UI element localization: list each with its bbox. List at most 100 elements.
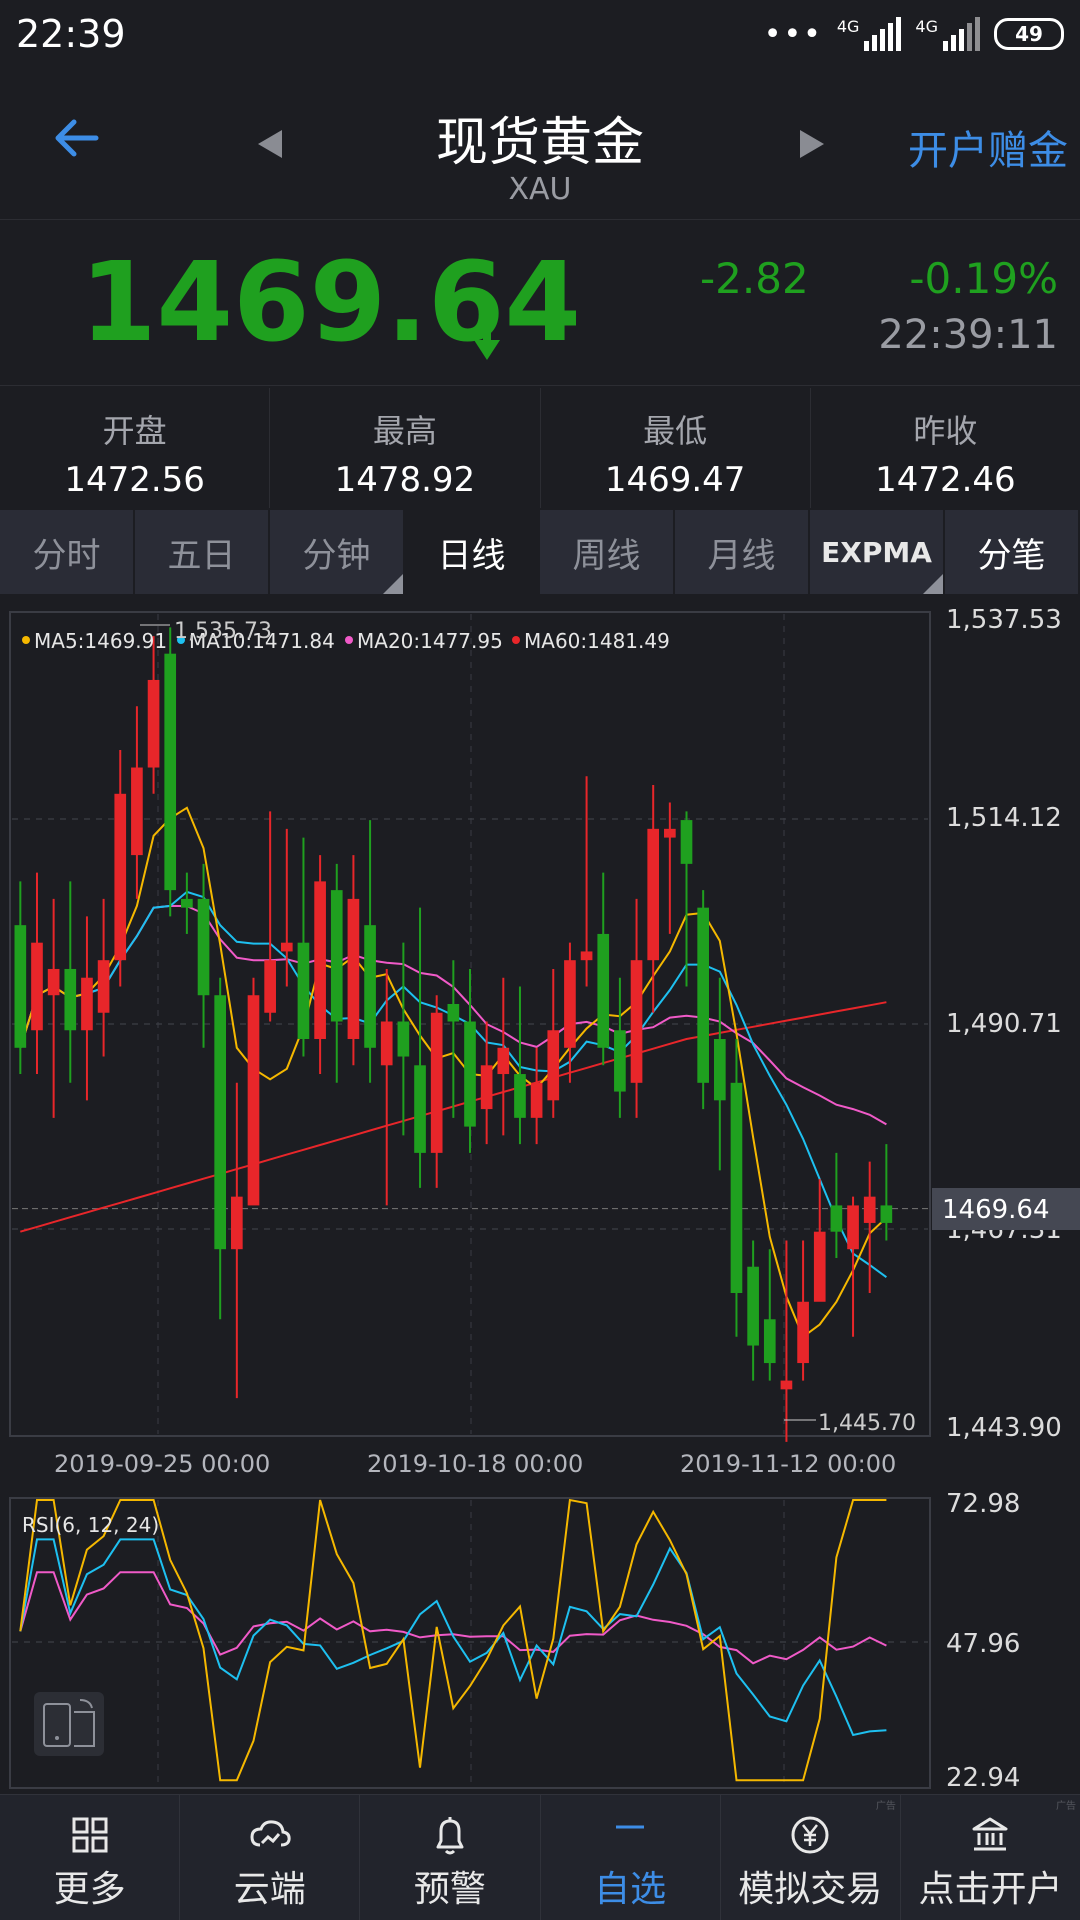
ma20-legend: MA20:1477.95 <box>357 629 503 653</box>
y-axis-label: 1,537.53 <box>946 605 1062 635</box>
minus-icon <box>616 1825 645 1829</box>
candle-body <box>364 925 376 1048</box>
candle-body <box>713 1039 726 1101</box>
bottom-nav: 更多 云端 预警 自选 模拟交易 广告 点击开户 广告 <box>0 1794 1080 1920</box>
candle-body <box>314 881 326 1040</box>
nav-sim-trade[interactable]: 模拟交易 广告 <box>721 1795 901 1920</box>
bell-icon <box>436 1817 464 1855</box>
nav-watchlist[interactable]: 自选 <box>541 1795 721 1920</box>
rsi-y-label: 72.98 <box>946 1489 1020 1519</box>
candle-body <box>497 1047 510 1075</box>
candle-body <box>330 890 343 1022</box>
candle-body <box>847 1205 859 1250</box>
candle-body <box>347 898 360 1040</box>
candle-body <box>664 828 676 838</box>
candlesticks <box>14 627 893 1442</box>
ma5-legend-dot <box>22 636 30 644</box>
rotate-screen-button[interactable] <box>34 1692 104 1756</box>
nav-cloud[interactable]: 云端 <box>180 1795 361 1920</box>
nav-label: 云端 <box>233 1869 306 1910</box>
ma-legend: MA5:1469.91 MA10:1471.84 MA20:1477.95 MA… <box>22 629 670 653</box>
candle-body <box>181 898 193 908</box>
candle-body <box>813 1231 826 1302</box>
low-marker: 1,445.70 <box>784 1411 916 1436</box>
candle-body <box>31 942 43 1031</box>
candle-body <box>564 960 576 1048</box>
candle-body <box>64 968 77 1031</box>
ad-tag: 广告 <box>875 1801 896 1812</box>
candle-body <box>164 653 177 891</box>
candle-body <box>430 1012 443 1153</box>
nav-more[interactable]: 更多 <box>0 1795 181 1920</box>
ma60-legend: MA60:1481.49 <box>524 629 670 653</box>
candle-body <box>697 907 709 1083</box>
candle-body <box>730 1082 743 1293</box>
candle-body <box>647 828 660 961</box>
candle-body <box>47 968 60 996</box>
rsi-title: RSI(6, 12, 24) <box>22 1513 159 1537</box>
nav-alert[interactable]: 预警 <box>360 1795 541 1920</box>
ad-tag: 广告 <box>1056 1801 1077 1812</box>
rsi-frame <box>9 1497 931 1789</box>
candle-body <box>797 1301 809 1364</box>
candle-body <box>780 1380 793 1390</box>
candle-body <box>580 951 593 961</box>
candle-body <box>863 1196 876 1223</box>
candle-body <box>880 1205 893 1223</box>
kline-chart[interactable]: MA5:1469.91 MA10:1471.84 MA20:1477.95 MA… <box>0 0 1080 1794</box>
x-axis-label: 2019-09-25 00:00 <box>54 1450 270 1478</box>
rsi-y-label: 47.96 <box>946 1629 1020 1659</box>
y-axis-label: 1,443.90 <box>946 1413 1062 1443</box>
ma5-legend: MA5:1469.91 <box>34 629 167 653</box>
ma60-legend-dot <box>512 636 520 644</box>
nav-open-account[interactable]: 点击开户 广告 <box>901 1795 1080 1920</box>
nav-label: 点击开户 <box>918 1869 1063 1910</box>
x-axis-label: 2019-11-12 00:00 <box>680 1450 896 1478</box>
current-price-tag: 1469.64 <box>932 1188 1080 1230</box>
app-root: 22:39 ••• 4G 4G 49 现货黄金 XAU 开户赠金 1469.64 <box>0 0 1080 1920</box>
y-axis-label: 1,514.12 <box>946 803 1062 833</box>
candle-body <box>630 960 643 1083</box>
y-axis-label: 1,490.71 <box>946 1009 1062 1039</box>
high-marker-label: 1,535.73 <box>174 619 272 644</box>
nav-label: 模拟交易 <box>738 1869 883 1910</box>
candle-body <box>464 1021 476 1127</box>
candle-body <box>247 995 260 1206</box>
x-axis-label: 2019-10-18 00:00 <box>367 1450 583 1478</box>
current-price-tag-label: 1469.64 <box>942 1195 1050 1225</box>
candle-body <box>197 898 210 996</box>
yen-icon <box>791 1816 829 1854</box>
bank-icon <box>972 1817 1008 1851</box>
candle-body <box>680 820 693 864</box>
candle-body <box>397 1021 410 1057</box>
candle-body <box>97 960 110 1013</box>
cloud-icon <box>250 1820 291 1847</box>
grid-icon <box>72 1817 108 1853</box>
candle-body <box>114 793 127 961</box>
candle-body <box>763 1319 776 1364</box>
candle-body <box>147 679 160 768</box>
nav-label: 自选 <box>594 1869 667 1910</box>
candle-body <box>547 1030 560 1101</box>
candle-body <box>830 1205 843 1232</box>
rotate-screen-icon <box>43 1699 95 1747</box>
rsi6-line <box>19 1498 887 1782</box>
candle-body <box>514 1074 526 1118</box>
candle-body <box>214 995 227 1250</box>
candle-body <box>530 1082 543 1118</box>
candle-body <box>597 933 610 1048</box>
candle-body <box>280 942 293 952</box>
rsi-y-label: 22.94 <box>946 1763 1020 1793</box>
candle-body <box>614 1030 626 1092</box>
candle-body <box>380 1021 393 1066</box>
low-marker-label: 1,445.70 <box>818 1411 916 1436</box>
rsi-lines <box>19 1498 887 1782</box>
candle-body <box>414 1065 426 1153</box>
candle-body <box>131 767 143 856</box>
nav-label: 更多 <box>53 1869 126 1910</box>
nav-label: 预警 <box>413 1869 486 1910</box>
candle-body <box>297 942 310 1040</box>
candle-body <box>447 1003 460 1022</box>
candle-body <box>14 925 27 1048</box>
candle-body <box>264 960 276 1013</box>
